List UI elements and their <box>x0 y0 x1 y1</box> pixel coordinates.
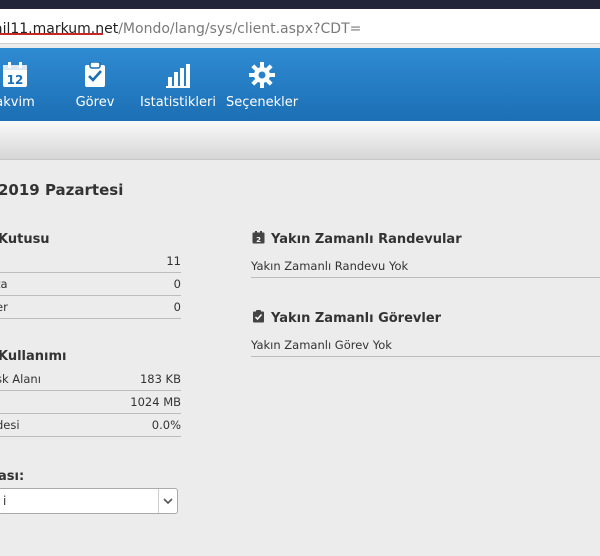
clipboard-check-icon <box>253 310 264 323</box>
usage-row-value: 0.0% <box>151 418 181 432</box>
inbox-section-title: Kutusu <box>0 232 50 247</box>
tasks-title-text: Yakın Zamanlı Görevler <box>271 311 442 326</box>
usage-row-value: 1024 MB <box>130 395 181 409</box>
inbox-row-value: 0 <box>173 277 181 291</box>
inbox-row-key: er <box>0 300 8 314</box>
usage-row: sk Alanı 183 KB <box>0 368 181 391</box>
inbox-row-key: ta <box>0 277 8 291</box>
clipboard-check-icon <box>85 62 105 87</box>
nav-item-options[interactable]: Seçenekler <box>226 48 298 121</box>
nav-item-calendar[interactable]: 12 akvim <box>0 48 40 121</box>
address-bar[interactable]: ail11.markum.net/Mondo/lang/sys/client.a… <box>0 9 600 44</box>
chevron-down-icon[interactable] <box>158 489 177 513</box>
nav-label-options: Seçenekler <box>226 95 299 110</box>
calendar-icon: 2 <box>252 231 265 244</box>
inbox-row-value: 0 <box>173 300 181 314</box>
usage-row-key: desi <box>0 418 20 432</box>
main-nav-bar: 12 akvim Görev Istatistikleri <box>0 48 600 121</box>
inbox-row[interactable]: ta 0 <box>0 273 181 296</box>
appointments-empty-row: Yakın Zamanlı Randevu Yok <box>251 255 600 278</box>
toolbar-strip <box>0 121 600 160</box>
appointments-empty-text: Yakın Zamanlı Randevu Yok <box>251 259 409 273</box>
usage-row-value: 183 KB <box>139 372 181 386</box>
appointments-section-title: 2 Yakın Zamanlı Randevular <box>252 231 462 247</box>
nav-label-calendar: akvim <box>0 95 35 110</box>
nav-item-tasks[interactable]: Görev <box>64 48 126 121</box>
bar-chart-icon <box>166 64 190 88</box>
tasks-empty-text: Yakın Zamanlı Görev Yok <box>251 338 392 352</box>
appointments-title-text: Yakın Zamanlı Randevular <box>271 232 462 247</box>
language-label: ası: <box>0 469 25 484</box>
nav-label-tasks: Görev <box>75 95 115 110</box>
tasks-empty-row: Yakın Zamanlı Görev Yok <box>251 334 600 357</box>
usage-row: 1024 MB <box>0 391 181 414</box>
inbox-row-value: 11 <box>166 254 181 268</box>
tasks-section-title: Yakın Zamanlı Görevler <box>252 310 441 326</box>
language-selected-value: i <box>3 494 7 508</box>
url-path: /Mondo/lang/sys/client.aspx?CDT= <box>118 21 362 37</box>
nav-item-statistics[interactable]: Istatistikleri <box>140 48 216 121</box>
usage-row: desi 0.0% <box>0 414 181 437</box>
calendar-day-number: 12 <box>7 73 24 87</box>
language-select[interactable]: i <box>0 488 178 514</box>
url-host-underline <box>0 33 103 35</box>
nav-label-statistics: Istatistikleri <box>140 95 216 110</box>
usage-row-key: sk Alanı <box>0 372 41 386</box>
inbox-row[interactable]: : 11 <box>0 250 181 273</box>
browser-top-strip <box>0 0 600 9</box>
gear-icon <box>249 62 275 88</box>
calendar-icon: 12 <box>3 62 27 87</box>
page-date-title: 2019 Pazartesi <box>0 181 124 199</box>
inbox-row[interactable]: er 0 <box>0 296 181 319</box>
usage-section-title: Kullanımı <box>0 349 67 364</box>
appointments-icon-day: 2 <box>256 236 261 244</box>
